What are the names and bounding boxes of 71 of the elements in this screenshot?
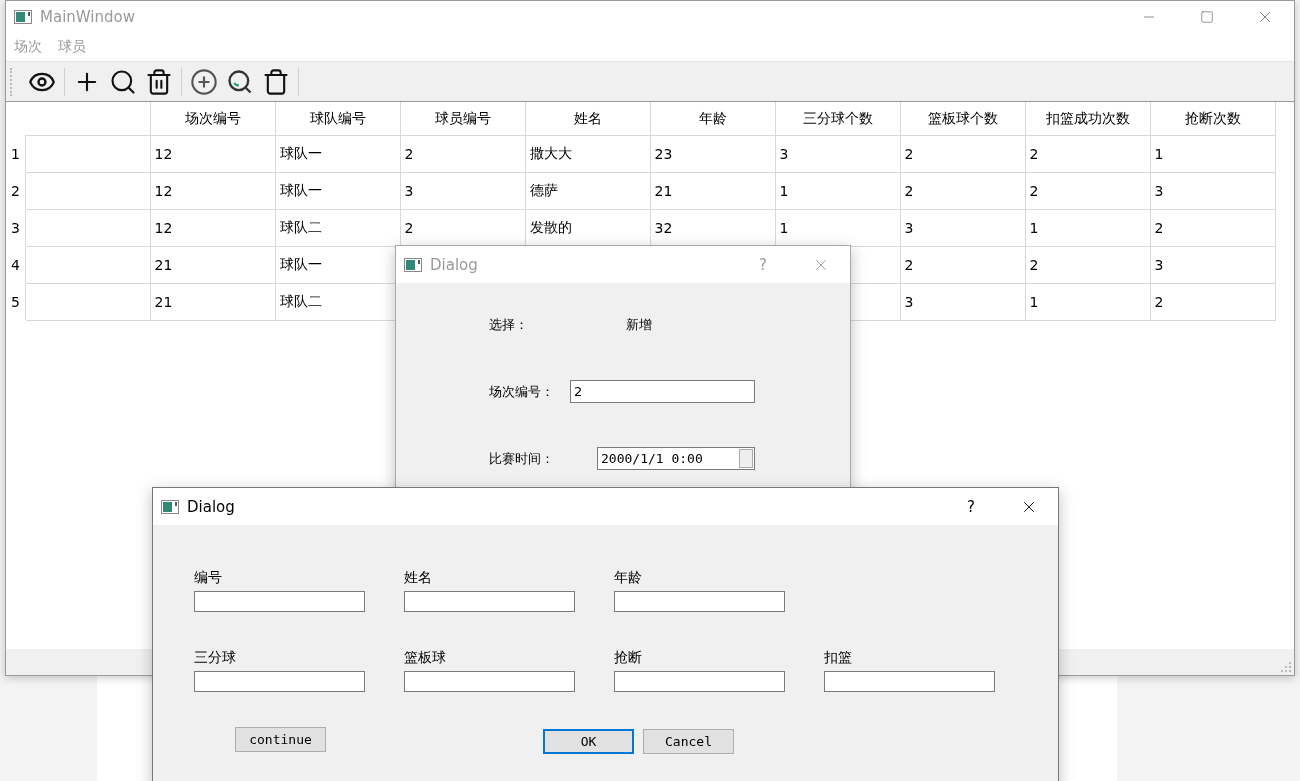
column-header[interactable]: 三分球个数 xyxy=(775,102,900,136)
input-field[interactable] xyxy=(194,671,365,692)
input-field[interactable] xyxy=(614,671,785,692)
table-cell: 2 xyxy=(900,135,1025,173)
field-label: 编号 xyxy=(194,569,223,587)
column-header[interactable]: 年龄 xyxy=(650,102,775,136)
dialog-button[interactable]: continue xyxy=(235,727,326,752)
input-field[interactable] xyxy=(404,591,575,612)
field-label: 三分球 xyxy=(194,649,237,667)
table-cell: 12 xyxy=(150,172,275,210)
mode-value: 新增 xyxy=(626,315,652,334)
table-cell: 3 xyxy=(900,209,1025,247)
table-cell: 12 xyxy=(150,135,275,173)
input-field[interactable] xyxy=(824,671,995,692)
table-cell: 2 xyxy=(1150,209,1275,247)
column-header[interactable]: 姓名 xyxy=(525,102,650,136)
dialog-button[interactable]: Cancel xyxy=(643,729,734,754)
table-cell: 3 xyxy=(1150,172,1275,210)
app-icon xyxy=(404,257,422,272)
field-label: 扣篮 xyxy=(824,649,853,667)
field-label: 选择： xyxy=(489,315,529,334)
column-header[interactable]: 场次编号 xyxy=(150,102,275,136)
table-cell: 21 xyxy=(150,246,275,284)
table-cell: 23 xyxy=(650,135,775,173)
table-cell: 2 xyxy=(900,172,1025,210)
input-field[interactable]: 2 xyxy=(570,380,755,403)
app-icon xyxy=(161,499,179,514)
table-cell: 2 xyxy=(400,135,525,173)
table-cell: 撒大大 xyxy=(525,135,650,173)
table-cell: 2 xyxy=(900,246,1025,284)
field-label: 篮板球 xyxy=(404,649,447,667)
window-title: MainWindow xyxy=(40,8,135,26)
size-grip-icon[interactable] xyxy=(1281,662,1291,672)
table-cell: 球队二 xyxy=(275,209,400,247)
input-field[interactable] xyxy=(194,591,365,612)
datetime-field[interactable]: 2000/1/1 0:00 xyxy=(597,447,755,470)
table-cell: 2 xyxy=(1025,172,1150,210)
field-label: 场次编号： xyxy=(489,382,555,401)
field-label: 抢断 xyxy=(614,649,643,667)
field-label: 年龄 xyxy=(614,569,643,587)
table-cell: 1 xyxy=(1025,283,1150,321)
input-field[interactable] xyxy=(614,591,785,612)
table-cell: 1 xyxy=(775,172,900,210)
table-cell: 德萨 xyxy=(525,172,650,210)
table-cell: 2 xyxy=(1150,283,1275,321)
table-cell: 3 xyxy=(900,283,1025,321)
table-cell: 2 xyxy=(1025,246,1150,284)
field-label: 姓名 xyxy=(404,569,433,587)
dialog-title: Dialog xyxy=(187,497,235,516)
table-cell: 球队一 xyxy=(275,172,400,210)
table-cell: 12 xyxy=(150,209,275,247)
table-cell: 3 xyxy=(400,172,525,210)
table-cell: 21 xyxy=(650,172,775,210)
dialog-button[interactable]: OK xyxy=(543,729,634,754)
table-cell: 1 xyxy=(1150,135,1275,173)
column-header[interactable]: 球队编号 xyxy=(275,102,400,136)
table-cell: 2 xyxy=(1025,135,1150,173)
column-header[interactable]: 篮板球个数 xyxy=(900,102,1025,136)
column-header[interactable]: 抢断次数 xyxy=(1150,102,1275,136)
field-label: 比赛时间： xyxy=(489,449,555,468)
table-cell: 3 xyxy=(775,135,900,173)
table-cell: 球队一 xyxy=(275,135,400,173)
table-cell: 1 xyxy=(1025,209,1150,247)
column-header[interactable]: 扣篮成功次数 xyxy=(1025,102,1150,136)
table-cell: 3 xyxy=(1150,246,1275,284)
dialog-title: Dialog xyxy=(430,255,478,274)
column-header[interactable]: 球员编号 xyxy=(400,102,525,136)
help-button[interactable]: ? xyxy=(942,497,1000,516)
input-field[interactable] xyxy=(404,671,575,692)
table-cell: 21 xyxy=(150,283,275,321)
app-icon xyxy=(14,10,32,24)
